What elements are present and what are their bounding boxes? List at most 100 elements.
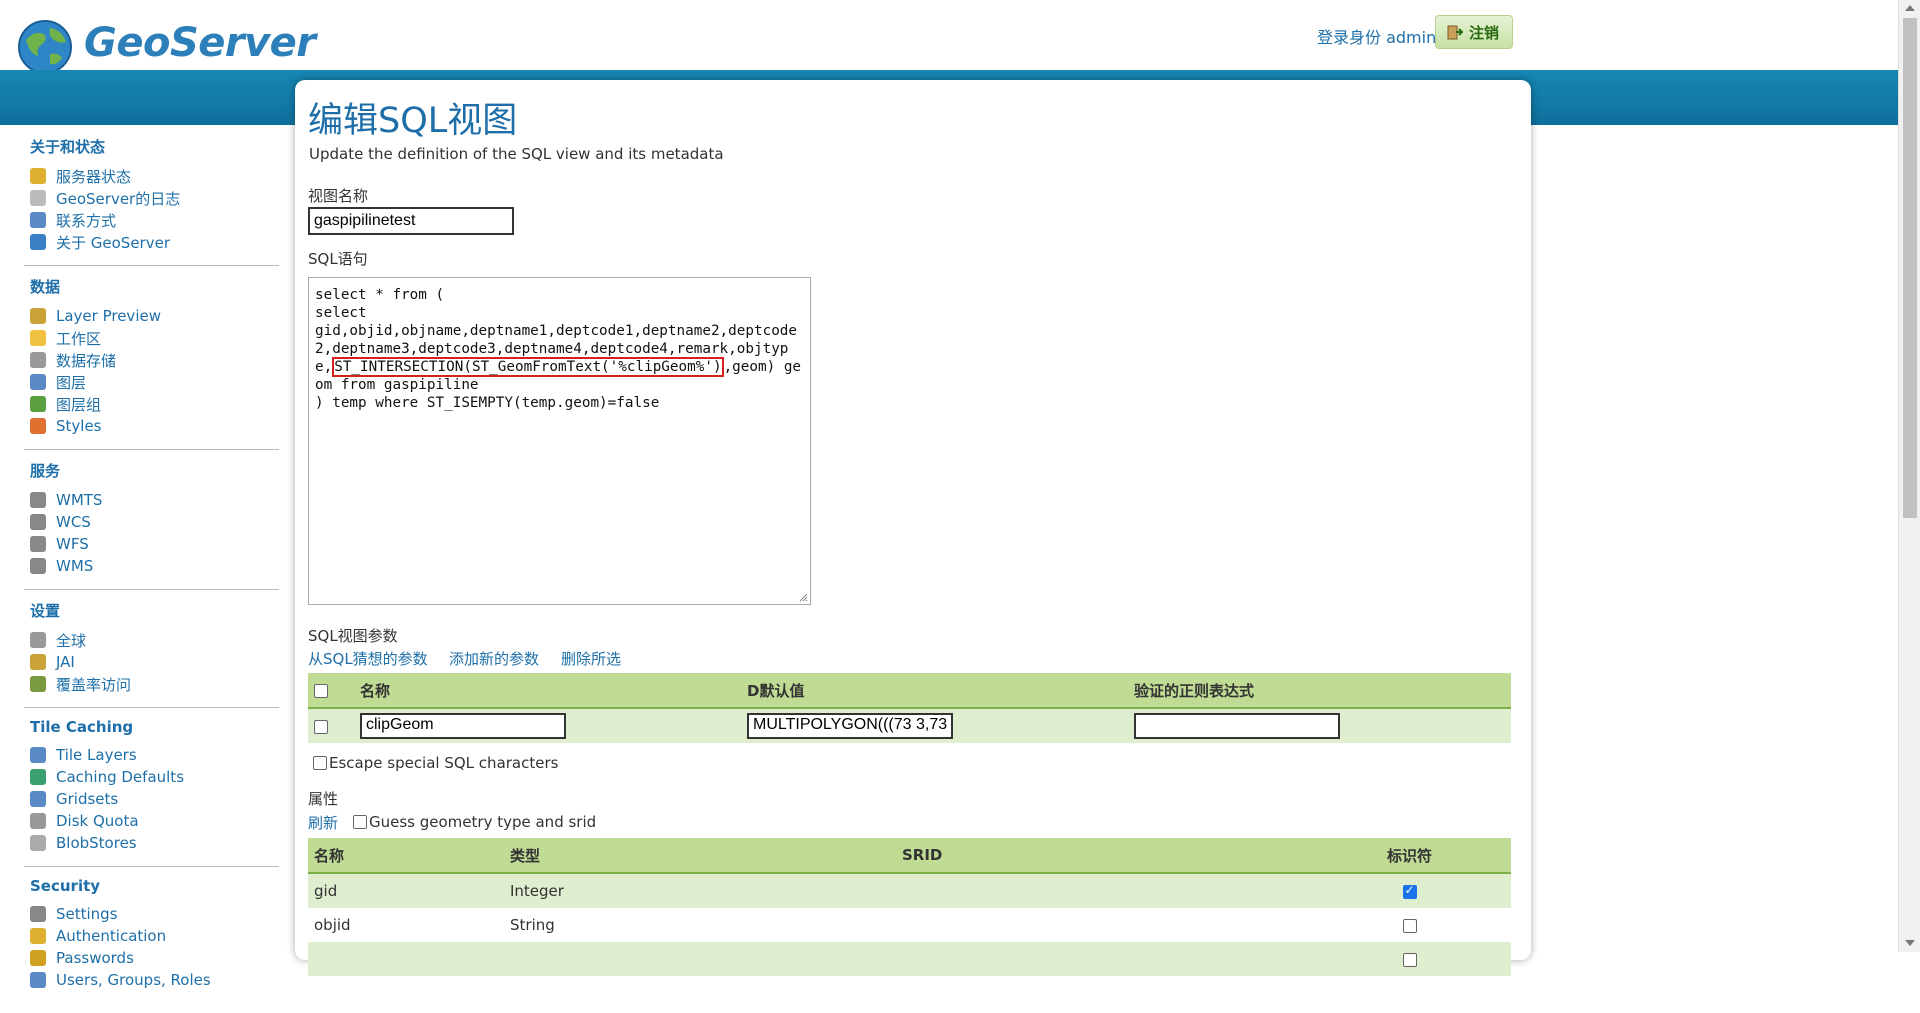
- attr-name-cell: gid: [308, 873, 504, 908]
- sidebar-item[interactable]: GeoServer的日志: [30, 187, 279, 209]
- attributes-header-row: 名称 类型 SRID 标识符: [308, 838, 1511, 874]
- sidebar-section: 设置 全球 JAI 覆盖率访问: [24, 600, 279, 708]
- sidebar-item-label: Layer Preview: [56, 307, 161, 325]
- add-param-link[interactable]: 添加新的参数: [449, 648, 539, 669]
- sidebar-item-label: GeoServer的日志: [56, 189, 181, 208]
- sidebar-item[interactable]: 联系方式: [30, 209, 279, 231]
- sidebar-section: Tile Caching Tile Layers Caching Defaults G…: [24, 718, 279, 867]
- param-regex-input[interactable]: [1134, 713, 1340, 739]
- row-checkbox[interactable]: [314, 719, 328, 734]
- identifier-checkbox[interactable]: [1402, 918, 1417, 933]
- sidebar-item[interactable]: 关于 GeoServer: [30, 231, 279, 253]
- sidebar-item[interactable]: 全球: [30, 629, 279, 651]
- escape-label: Escape special SQL characters: [329, 754, 559, 772]
- login-status: 登录身份 admin.: [1317, 28, 1442, 47]
- page-title: 编辑SQL视图: [308, 101, 518, 141]
- vertical-scrollbar[interactable]: [1898, 0, 1920, 952]
- select-all-cell: [308, 673, 354, 709]
- sidebar-section: Security Settings Authentication Passwords U…: [24, 877, 279, 1003]
- view-name-input[interactable]: [308, 207, 514, 235]
- table-row: clipGeom MULTIPOLYGON(((73 3,73: [308, 708, 1511, 743]
- sidebar-item[interactable]: 图层组: [30, 393, 279, 415]
- layer-preview-icon: [30, 308, 46, 324]
- table-row: gid Integer: [308, 873, 1511, 908]
- attr-name-cell: objid: [308, 908, 504, 942]
- col-attr-name: 名称: [308, 838, 504, 874]
- params-table: 名称 D默认值 验证的正则表达式 clipGeom MULTIPOLYGON((…: [308, 673, 1511, 743]
- sidebar-item-label: WMS: [56, 557, 94, 575]
- attr-srid-cell: [896, 908, 1308, 942]
- sidebar-item-label: 图层: [56, 373, 87, 392]
- sidebar-item-label: 覆盖率访问: [56, 675, 132, 694]
- sidebar-item[interactable]: WFS: [30, 533, 279, 555]
- col-regex: 验证的正则表达式: [1128, 673, 1511, 709]
- sidebar-item[interactable]: 图层: [30, 371, 279, 393]
- sidebar-item[interactable]: Gridsets: [30, 788, 279, 810]
- layergroup-icon: [30, 396, 46, 412]
- sidebar-item[interactable]: Authentication: [30, 925, 279, 947]
- log-icon: [30, 190, 46, 206]
- escape-checkbox[interactable]: [313, 756, 327, 770]
- sidebar-item[interactable]: 覆盖率访问: [30, 673, 279, 695]
- resize-grip-icon[interactable]: [798, 592, 808, 602]
- sidebar-item[interactable]: 服务器状态: [30, 165, 279, 187]
- disk-quota-icon: [30, 813, 46, 829]
- styles-icon: [30, 418, 46, 434]
- sidebar-item[interactable]: WMS: [30, 555, 279, 577]
- identifier-checkbox[interactable]: [1402, 952, 1417, 967]
- sidebar-item[interactable]: JAI: [30, 651, 279, 673]
- sidebar-item[interactable]: Disk Quota: [30, 810, 279, 832]
- remove-selected-link[interactable]: 删除所选: [561, 648, 621, 669]
- coverage-icon: [30, 676, 46, 692]
- scroll-down-icon[interactable]: [1905, 940, 1915, 946]
- param-default-input[interactable]: MULTIPOLYGON(((73 3,73: [747, 713, 953, 739]
- sidebar-item[interactable]: BlobStores: [30, 832, 279, 854]
- sidebar-item-label: Caching Defaults: [56, 768, 185, 786]
- param-default-cell: MULTIPOLYGON(((73 3,73: [741, 708, 1128, 743]
- attr-type-cell: [504, 942, 896, 976]
- sidebar-item-label: 图层组: [56, 395, 102, 414]
- guess-geometry-option: Guess geometry type and srid: [353, 813, 596, 831]
- datastore-icon: [30, 352, 46, 368]
- caching-defaults-icon: [30, 769, 46, 785]
- attr-name-cell: [308, 942, 504, 976]
- sql-textarea[interactable]: select * from ( select gid,objid,objname…: [308, 277, 811, 605]
- guess-geometry-checkbox[interactable]: [353, 815, 367, 829]
- sidebar-item[interactable]: Settings: [30, 903, 279, 925]
- sidebar-item-label: Users, Groups, Roles: [56, 971, 211, 989]
- param-name-input[interactable]: clipGeom: [360, 713, 566, 739]
- scroll-up-icon[interactable]: [1905, 5, 1915, 11]
- globe-logo-icon: [18, 20, 72, 74]
- attr-srid-cell: [896, 873, 1308, 908]
- sql-highlight: ST_INTERSECTION(ST_GeomFromText('%clipGe…: [332, 357, 724, 377]
- identifier-checkbox[interactable]: [1402, 883, 1417, 899]
- sidebar-item[interactable]: WMTS: [30, 489, 279, 511]
- params-header-row: 名称 D默认值 验证的正则表达式: [308, 673, 1511, 709]
- attr-type-cell: Integer: [504, 873, 896, 908]
- attr-identifier-cell: [1308, 942, 1511, 976]
- col-attr-srid: SRID: [896, 838, 1308, 874]
- guess-params-link[interactable]: 从SQL猜想的参数: [308, 648, 428, 669]
- sidebar-item[interactable]: Caching Defaults: [30, 766, 279, 788]
- sidebar-item[interactable]: Passwords: [30, 947, 279, 969]
- refresh-link[interactable]: 刷新: [308, 812, 338, 833]
- param-name-cell: clipGeom: [354, 708, 741, 743]
- scroll-thumb[interactable]: [1903, 18, 1917, 518]
- users-icon: [30, 972, 46, 988]
- sidebar-item[interactable]: Tile Layers: [30, 744, 279, 766]
- sidebar-item[interactable]: 工作区: [30, 327, 279, 349]
- sidebar-item[interactable]: Users, Groups, Roles: [30, 969, 279, 991]
- select-all-checkbox[interactable]: [314, 683, 328, 698]
- sidebar-item[interactable]: 数据存储: [30, 349, 279, 371]
- param-regex-cell: [1128, 708, 1511, 743]
- logout-label: 注销: [1469, 23, 1500, 42]
- sidebar-item[interactable]: WCS: [30, 511, 279, 533]
- sidebar-item[interactable]: Layer Preview: [30, 305, 279, 327]
- geoserver-logo[interactable]: GeoServer: [14, 14, 316, 78]
- contact-icon: [30, 212, 46, 228]
- sidebar-item-label: 数据存储: [56, 351, 117, 370]
- sidebar-item-label: 关于 GeoServer: [56, 233, 170, 252]
- header: GeoServer 登录身份 admin. 注销: [0, 0, 1898, 74]
- sidebar-item[interactable]: Styles: [30, 415, 279, 437]
- logout-button[interactable]: 注销: [1435, 15, 1513, 49]
